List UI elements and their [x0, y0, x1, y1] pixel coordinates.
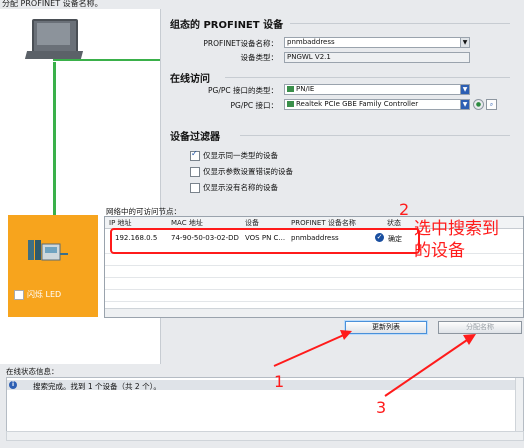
arrow-1-line: [273, 333, 347, 367]
arrow-3-line: [384, 337, 471, 397]
annotation-label-3: 3: [376, 398, 387, 417]
arrow-3-head: [463, 334, 476, 345]
annotation-label-2: 2: [399, 200, 410, 219]
annotation-callout: 选中搜索到的设备: [414, 219, 499, 261]
annotation-label-1: 1: [274, 372, 285, 391]
